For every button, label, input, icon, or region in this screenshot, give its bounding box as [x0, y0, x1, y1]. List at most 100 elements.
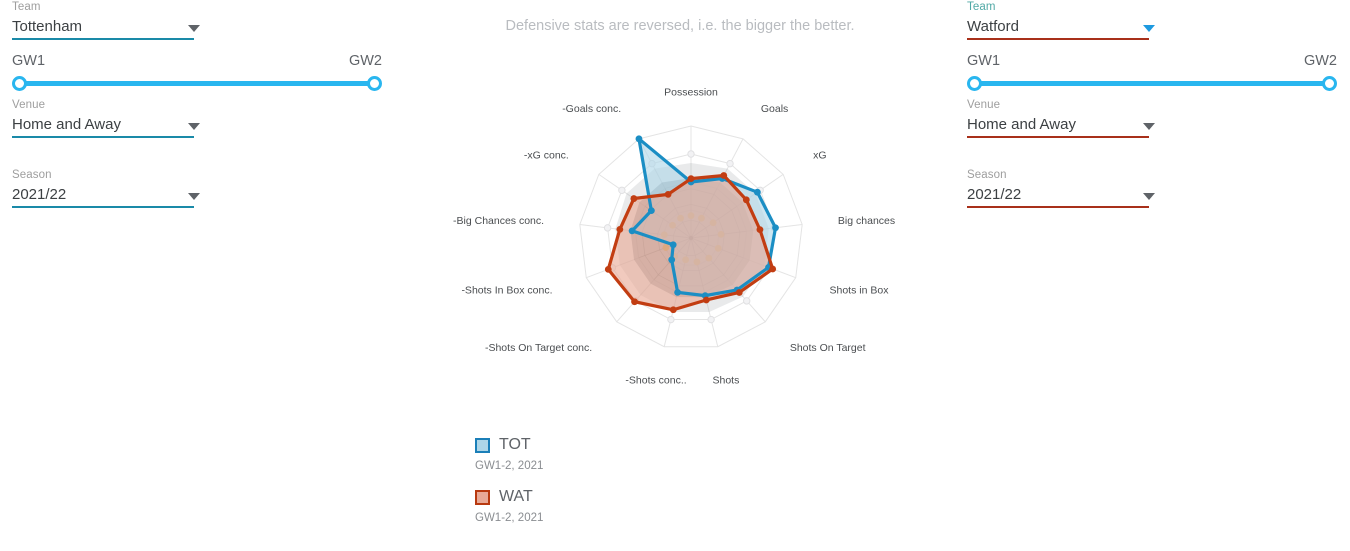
radar-axis-label: Shots [713, 374, 740, 386]
radar-data-point[interactable] [630, 195, 638, 202]
radar-axis-label: -Shots On Target conc. [485, 342, 592, 354]
radar-axis-label: Shots in Box [830, 284, 890, 296]
right-team-field[interactable]: Team Watford [967, 0, 1167, 40]
right-season-select[interactable]: 2021/22 [967, 182, 1167, 208]
left-slider-rail[interactable] [18, 81, 376, 86]
radar-axis-label: -xG conc. [524, 150, 569, 162]
legend-sub-wat: GW1-2, 2021 [475, 512, 544, 524]
left-gameweek-slider-block: GW1 GW2 [12, 52, 382, 94]
left-team-field[interactable]: Team Tottenham [12, 0, 212, 40]
left-season-underline [12, 206, 194, 208]
left-team-underline [12, 38, 194, 40]
left-venue-value: Home and Away [12, 116, 121, 133]
left-team-label: Team [12, 1, 41, 13]
legend-item[interactable]: TOT GW1-2, 2021 [475, 434, 715, 474]
chevron-down-icon[interactable] [188, 25, 200, 32]
radar-data-point[interactable] [674, 288, 681, 296]
left-venue-field[interactable]: Venue Home and Away [12, 98, 212, 138]
right-season-underline [967, 206, 1149, 208]
right-team-label: Team [967, 1, 996, 13]
radar-data-point[interactable] [753, 188, 761, 196]
radar-grid-vertex-dot [726, 159, 734, 168]
right-venue-field[interactable]: Venue Home and Away [967, 98, 1167, 138]
radar-axis-label: Shots On Target [790, 342, 866, 354]
left-team-value: Tottenham [12, 18, 83, 35]
radar-grid-vertex-dot [603, 224, 612, 232]
left-season-label: Season [12, 169, 52, 181]
chevron-down-icon[interactable] [1143, 193, 1155, 200]
radar-data-point[interactable] [631, 298, 638, 306]
right-slider-endpoints: GW1 GW2 [967, 52, 1337, 70]
app-root: Team Tottenham GW1 GW2 Venue Home and Aw… [0, 0, 1350, 551]
radar-grid-vertex-dot [743, 297, 751, 305]
radar-axis-label: -Shots conc.. [625, 374, 686, 386]
radar-data-point[interactable] [687, 175, 695, 183]
right-venue-value: Home and Away [967, 116, 1076, 133]
right-slider-handle-start[interactable] [967, 76, 982, 91]
right-slider-rail[interactable] [973, 81, 1331, 86]
radar-axis-label: -Shots In Box conc. [461, 284, 552, 296]
radar-data-point[interactable] [616, 225, 624, 233]
right-team-select[interactable]: Watford [967, 14, 1167, 40]
radar-data-point[interactable] [769, 265, 777, 273]
radar-data-point[interactable] [628, 227, 636, 235]
right-venue-underline [967, 136, 1149, 138]
radar-data-point[interactable] [647, 207, 655, 215]
chart-legend: TOT GW1-2, 2021 WAT GW1-2, 2021 [475, 434, 715, 538]
right-venue-select[interactable]: Home and Away [967, 112, 1167, 138]
radar-data-point[interactable] [668, 256, 676, 264]
radar-data-point[interactable] [702, 296, 710, 304]
radar-axis-label: -Big Chances conc. [453, 215, 544, 227]
legend-sub-tot: GW1-2, 2021 [475, 460, 544, 472]
left-slider-handle-start[interactable] [12, 76, 27, 91]
radar-grid-vertex-dot [667, 315, 675, 324]
right-season-field[interactable]: Season 2021/22 [967, 168, 1167, 208]
radar-axis-label: Big chances [838, 215, 895, 227]
radar-axis-label: Possession [664, 87, 718, 99]
left-venue-underline [12, 136, 194, 138]
right-gameweek-slider-block: GW1 GW2 [967, 52, 1337, 94]
right-slider-handle-end[interactable] [1322, 76, 1337, 91]
radar-data-point[interactable] [669, 241, 677, 249]
right-team-underline [967, 38, 1149, 40]
radar-data-point[interactable] [635, 135, 643, 143]
chevron-down-icon[interactable] [188, 123, 200, 130]
right-season-value: 2021/22 [967, 186, 1022, 203]
radar-grid-vertex-dot [707, 315, 715, 324]
right-slider-start-label: GW1 [967, 53, 1001, 69]
right-season-label: Season [967, 169, 1007, 181]
left-venue-label: Venue [12, 99, 46, 111]
right-team-value: Watford [967, 18, 1019, 35]
radar-data-point[interactable] [772, 224, 779, 232]
radar-grid-vertex-dot [618, 186, 626, 194]
radar-data-point[interactable] [735, 289, 743, 296]
radar-axis-label: Goals [761, 103, 788, 115]
chevron-down-icon[interactable] [1143, 25, 1155, 32]
radar-data-point[interactable] [604, 265, 612, 273]
chevron-down-icon[interactable] [1143, 123, 1155, 130]
left-season-field[interactable]: Season 2021/22 [12, 168, 212, 208]
left-gameweek-range-slider[interactable] [12, 74, 382, 94]
legend-label-wat: WAT [499, 488, 533, 505]
left-slider-handle-end[interactable] [367, 76, 382, 91]
right-slider-end-label: GW2 [1303, 53, 1337, 69]
legend-label-tot: TOT [499, 436, 531, 453]
left-controls-panel: Team Tottenham GW1 GW2 Venue Home and Aw… [12, 0, 382, 208]
chevron-down-icon[interactable] [188, 193, 200, 200]
right-controls-panel: Team Watford GW1 GW2 Venue Home and Away [967, 0, 1337, 208]
left-season-value: 2021/22 [12, 186, 67, 203]
left-slider-endpoints: GW1 GW2 [12, 52, 382, 70]
legend-swatch-wat [475, 489, 490, 505]
right-gameweek-range-slider[interactable] [967, 74, 1337, 94]
left-venue-select[interactable]: Home and Away [12, 112, 212, 138]
radar-data-point[interactable] [742, 196, 750, 204]
radar-data-point[interactable] [664, 190, 672, 198]
left-season-select[interactable]: 2021/22 [12, 182, 212, 208]
radar-data-point[interactable] [669, 306, 677, 314]
legend-item[interactable]: WAT GW1-2, 2021 [475, 486, 715, 526]
left-team-select[interactable]: Tottenham [12, 14, 212, 40]
radar-chart-svg: Possession Goals xG Big chances Shots in Box… [453, 87, 895, 387]
radar-data-point[interactable] [720, 172, 728, 179]
radar-axis-label: -Goals conc. [562, 103, 621, 115]
radar-data-point[interactable] [756, 226, 764, 234]
